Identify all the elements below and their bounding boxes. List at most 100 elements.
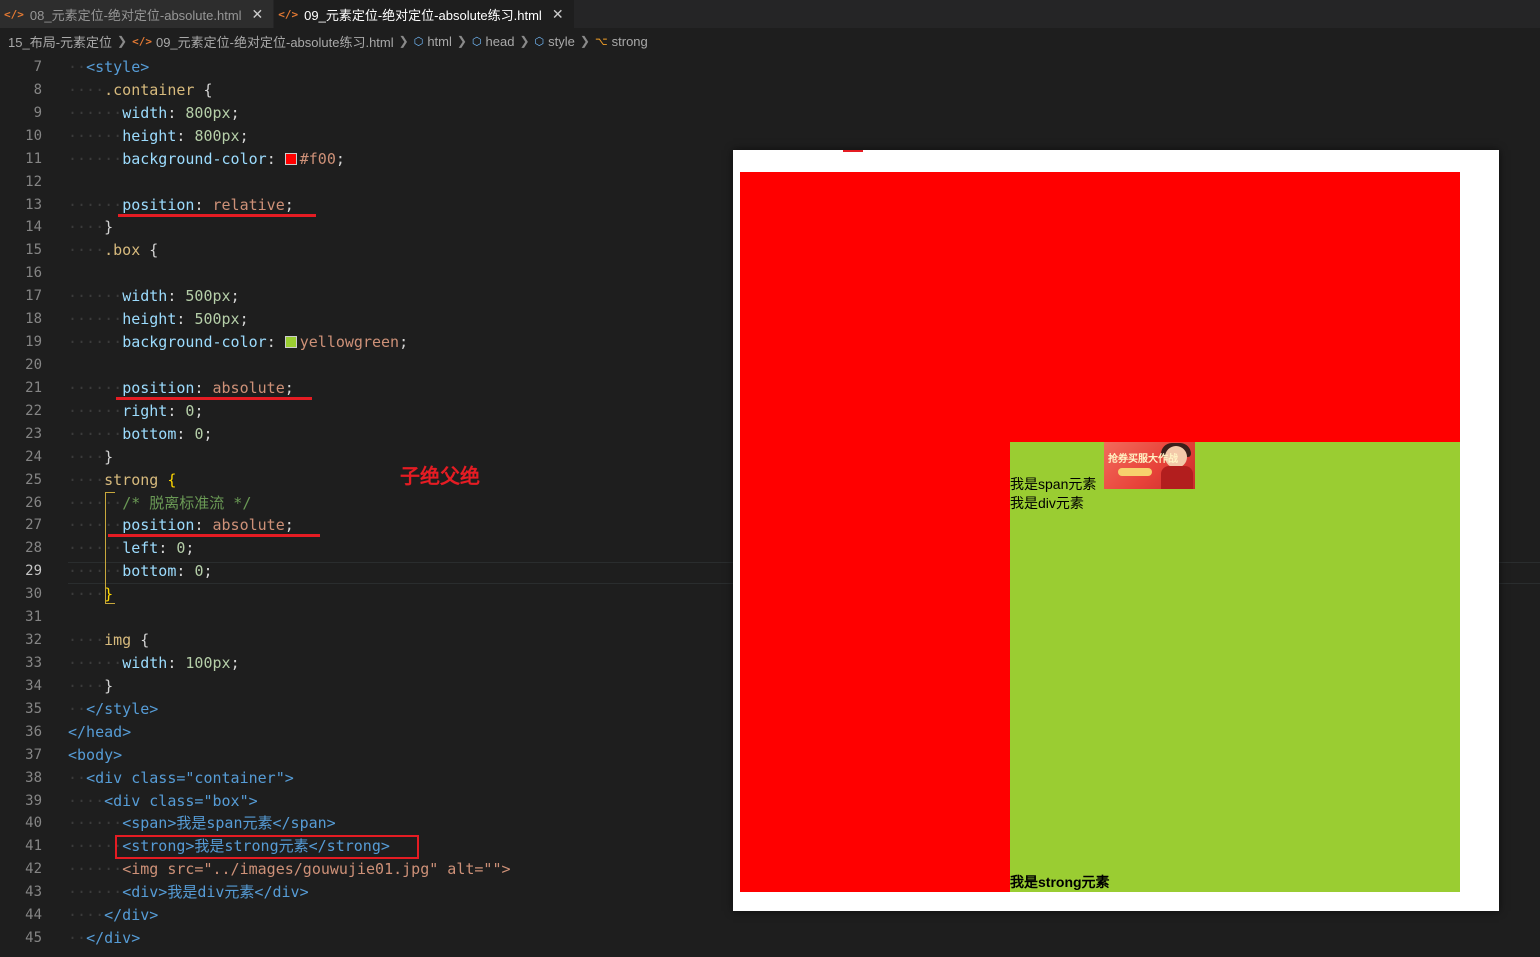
code-line: </head>: [68, 722, 132, 741]
promo-image: 抢券买服大作战: [1104, 442, 1195, 489]
code-line: ··</div>: [68, 929, 141, 948]
line-number: 43: [25, 884, 42, 901]
code-line: ······left: 0;: [68, 539, 195, 558]
code-line: ······<img src="../images/gouwujie01.jpg…: [68, 860, 511, 879]
line-number: 44: [25, 907, 42, 924]
line-number: 37: [25, 746, 42, 763]
color-swatch[interactable]: [284, 152, 297, 165]
inner-box: 我是span元素 抢券买服大作战 我是div元素 我是strong元素: [1010, 442, 1460, 892]
code-line: ····}: [68, 218, 114, 237]
code-line: <body>: [68, 745, 123, 764]
code-line: ····}: [68, 585, 114, 604]
strong-text: 我是strong元素: [1010, 874, 1110, 890]
breadcrumb-file[interactable]: 09_元素定位-绝对定位-absolute练习.html: [156, 32, 394, 51]
chevron-right-icon: ❯: [519, 34, 530, 48]
line-number: 45: [25, 930, 42, 947]
line-number: 32: [25, 632, 42, 649]
line-number: 41: [25, 838, 42, 855]
code-line: ······position: relative;: [68, 195, 294, 214]
breadcrumb-folder[interactable]: 15_布局-元素定位: [8, 32, 112, 51]
symbol-selector-icon: ⌥: [594, 35, 608, 48]
annotation-underline: [118, 214, 316, 217]
line-number: 27: [25, 517, 42, 534]
line-number: 26: [25, 494, 42, 511]
tab-08-absolute[interactable]: </> 08_元素定位-绝对定位-absolute.html ✕: [0, 0, 275, 28]
code-line: ······/* 脱离标准流 */: [68, 493, 252, 512]
line-number: 10: [25, 127, 42, 144]
code-line: ··<style>: [68, 58, 150, 76]
line-number: 33: [25, 654, 42, 671]
line-number: 36: [25, 723, 42, 740]
code-line: ····</div>: [68, 906, 159, 925]
code-line: ······<span>我是span元素</span>: [68, 814, 336, 833]
code-line: ····.box {: [68, 241, 159, 260]
code-line: ····img {: [68, 631, 150, 650]
line-number: 23: [25, 425, 42, 442]
line-number: 38: [25, 769, 42, 786]
line-number-current: 29: [25, 563, 42, 580]
color-swatch[interactable]: [284, 336, 297, 349]
line-number: 35: [25, 700, 42, 717]
code-line: ······<div>我是div元素</div>: [68, 883, 309, 902]
line-number: 19: [25, 334, 42, 351]
browser-preview: 我是span元素 抢券买服大作战 我是div元素 我是strong元素: [733, 150, 1499, 911]
annotation-note: 子绝父绝: [400, 466, 480, 488]
line-number: 8: [33, 81, 42, 98]
line-number: 18: [25, 311, 42, 328]
html-file-icon: </>: [278, 7, 299, 21]
clipped-mark: [843, 150, 863, 152]
symbol-element-icon: ⬡: [413, 35, 424, 48]
line-number: 15: [25, 242, 42, 259]
breadcrumb-html[interactable]: html: [427, 34, 452, 49]
line-number: 42: [25, 861, 42, 878]
code-line: ······width: 100px;: [68, 653, 240, 672]
chevron-right-icon: ❯: [117, 34, 128, 48]
chevron-right-icon: ❯: [579, 34, 590, 48]
symbol-element-icon: ⬡: [534, 35, 545, 48]
line-number: 30: [25, 586, 42, 603]
code-line: ······background-color: #f00;: [68, 149, 345, 168]
breadcrumb: 15_布局-元素定位 ❯ </> 09_元素定位-绝对定位-absolute练习…: [0, 28, 1540, 54]
chevron-right-icon: ❯: [456, 34, 467, 48]
chevron-right-icon: ❯: [398, 34, 409, 48]
tab-09-absolute-practice[interactable]: </> 09_元素定位-绝对定位-absolute练习.html ✕: [274, 0, 575, 28]
line-number: 31: [25, 609, 42, 626]
tab-label: 08_元素定位-绝对定位-absolute.html: [29, 7, 242, 23]
annotation-underline: [116, 397, 312, 400]
code-line: ··<div class="container">: [68, 768, 294, 787]
close-icon[interactable]: ✕: [252, 6, 264, 23]
code-line: ······bottom: 0;: [68, 424, 213, 443]
line-number: 34: [25, 677, 42, 694]
line-number: 16: [25, 265, 42, 282]
breadcrumb-strong[interactable]: strong: [612, 34, 648, 49]
line-number: 25: [25, 471, 42, 488]
line-number: 28: [25, 540, 42, 557]
line-number: 7: [33, 59, 42, 75]
code-line-current: ······bottom: 0;: [68, 562, 213, 581]
line-number: 40: [25, 815, 42, 832]
code-line: ····}: [68, 676, 114, 695]
code-line: ····<div class="box">: [68, 791, 258, 810]
bracket-guide: [105, 492, 115, 604]
code-line: ······right: 0;: [68, 401, 204, 420]
line-number: 22: [25, 402, 42, 419]
line-number: 39: [25, 792, 42, 809]
code-line: ······width: 800px;: [68, 103, 240, 122]
tab-bar: </> 08_元素定位-绝对定位-absolute.html ✕ </> 09_…: [0, 0, 1540, 28]
breadcrumb-head[interactable]: head: [486, 34, 515, 49]
promo-banner-text: 抢券买服大作战: [1108, 454, 1178, 465]
html-file-icon: </>: [132, 34, 152, 48]
code-line: ······background-color: yellowgreen;: [68, 333, 409, 352]
line-number: 14: [25, 219, 42, 236]
close-icon[interactable]: ✕: [552, 6, 564, 23]
code-line: ······width: 500px;: [68, 287, 240, 306]
container-box: 我是span元素 抢券买服大作战 我是div元素 我是strong元素: [740, 172, 1460, 892]
code-lines[interactable]: ··<style> ····.container { ······width: …: [68, 56, 768, 950]
code-line: ··</style>: [68, 699, 159, 718]
breadcrumb-style[interactable]: style: [548, 34, 575, 49]
code-line: ······height: 800px;: [68, 126, 249, 145]
line-number: 24: [25, 448, 42, 465]
